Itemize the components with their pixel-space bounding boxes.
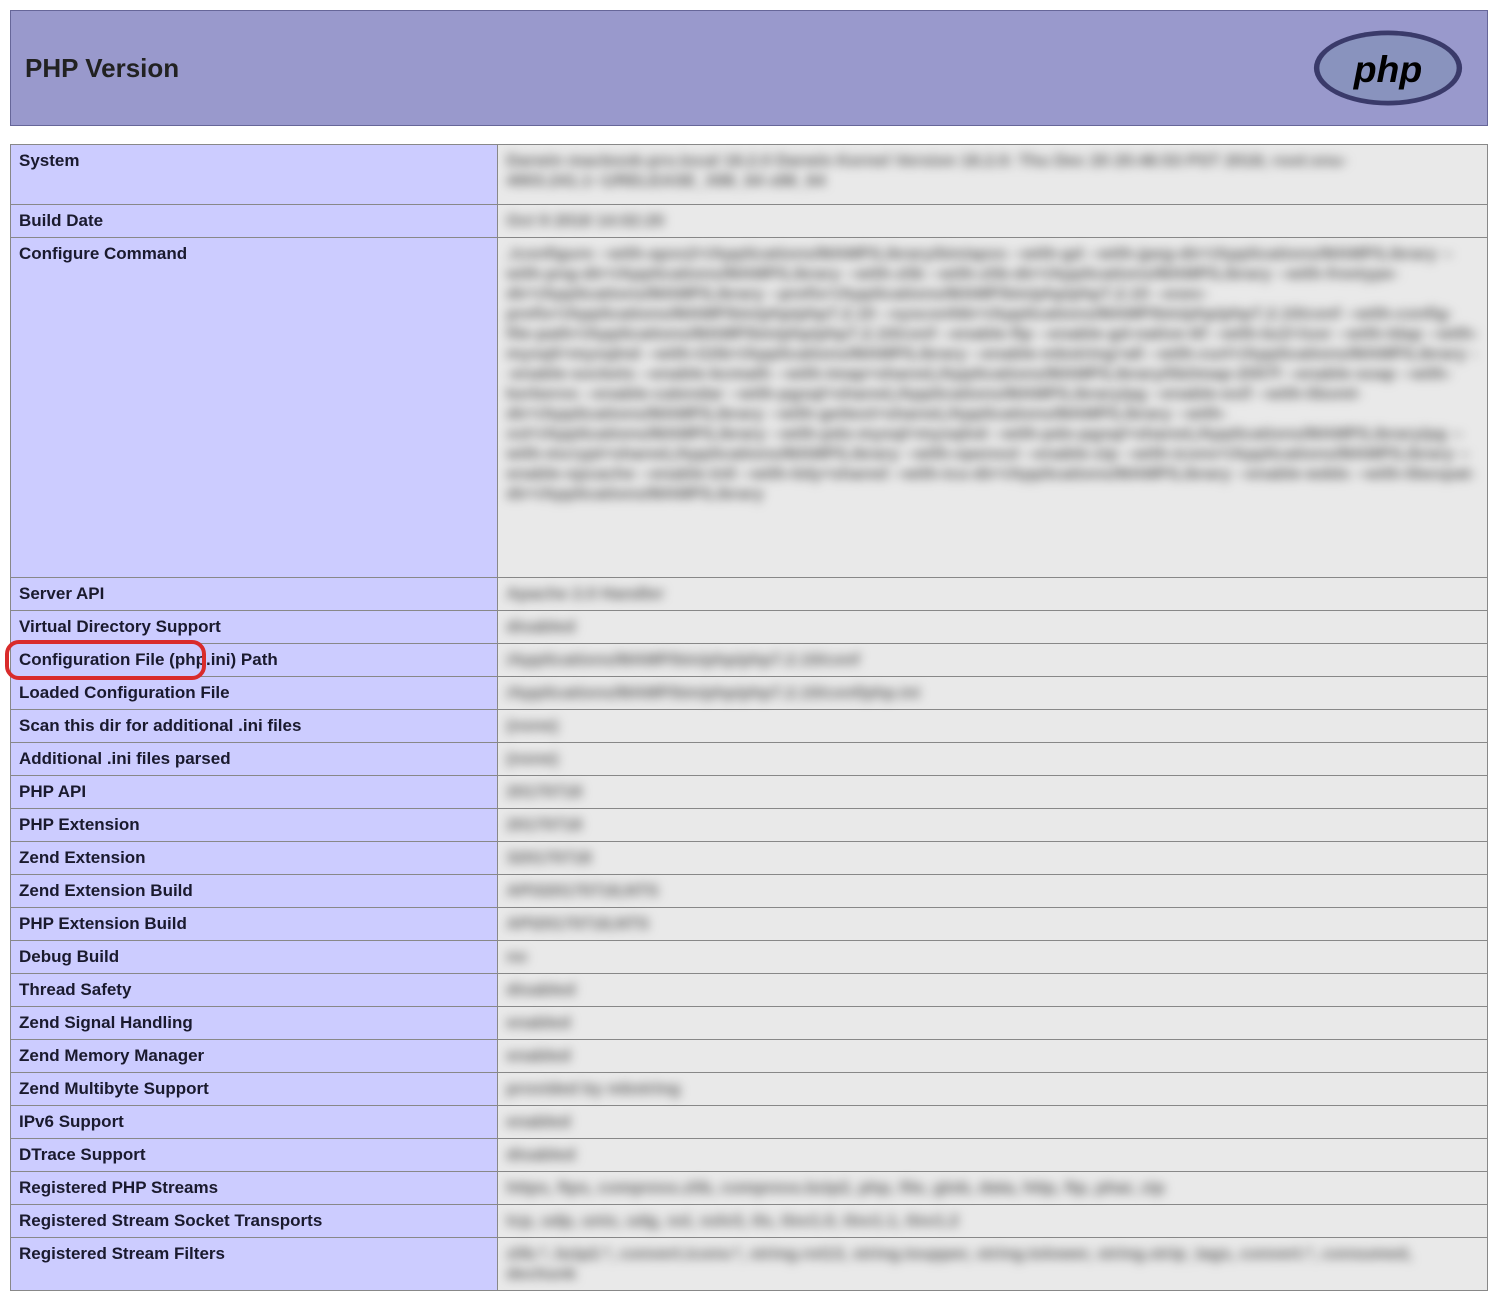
config-label: Configuration File (php.ini) Path bbox=[11, 644, 498, 677]
config-label: PHP Extension Build bbox=[11, 908, 498, 941]
config-value: disabled bbox=[498, 974, 1488, 1007]
config-label: Zend Signal Handling bbox=[11, 1007, 498, 1040]
phpinfo-table: SystemDarwin macbook-pro.local 18.2.0 Da… bbox=[10, 144, 1488, 1291]
table-row: Loaded Configuration File/Applications/M… bbox=[11, 677, 1488, 710]
table-row: Virtual Directory Supportdisabled bbox=[11, 611, 1488, 644]
table-row: Registered PHP Streamshttps, ftps, compr… bbox=[11, 1172, 1488, 1205]
table-row: Registered Stream Socket Transportstcp, … bbox=[11, 1205, 1488, 1238]
config-label: Configure Command bbox=[11, 238, 498, 578]
config-value: /Applications/MAMP/bin/php/php7.2.10/con… bbox=[498, 644, 1488, 677]
table-row: Configuration File (php.ini) Path/Applic… bbox=[11, 644, 1488, 677]
config-value: no bbox=[498, 941, 1488, 974]
config-label: PHP Extension bbox=[11, 809, 498, 842]
config-value: (none) bbox=[498, 743, 1488, 776]
table-row: SystemDarwin macbook-pro.local 18.2.0 Da… bbox=[11, 145, 1488, 205]
table-row: PHP API20170718 bbox=[11, 776, 1488, 809]
config-label: Zend Memory Manager bbox=[11, 1040, 498, 1073]
config-value: 20170718 bbox=[498, 809, 1488, 842]
table-row: Zend Multibyte Supportprovided by mbstri… bbox=[11, 1073, 1488, 1106]
table-row: Registered Stream Filterszlib.*, bzip2.*… bbox=[11, 1238, 1488, 1291]
config-label: Loaded Configuration File bbox=[11, 677, 498, 710]
page-title: PHP Version bbox=[25, 53, 179, 84]
config-value: disabled bbox=[498, 611, 1488, 644]
table-row: PHP Extension BuildAPI20170718,NTS bbox=[11, 908, 1488, 941]
config-value: 20170718 bbox=[498, 776, 1488, 809]
config-value: API320170718,NTS bbox=[498, 875, 1488, 908]
table-row: Build DateOct 9 2018 14:02:20 bbox=[11, 205, 1488, 238]
config-value: provided by mbstring bbox=[498, 1073, 1488, 1106]
header-banner: PHP Version php bbox=[10, 10, 1488, 126]
table-row: Debug Buildno bbox=[11, 941, 1488, 974]
config-label: Scan this dir for additional .ini files bbox=[11, 710, 498, 743]
config-label: Registered Stream Socket Transports bbox=[11, 1205, 498, 1238]
config-value: Darwin macbook-pro.local 18.2.0 Darwin K… bbox=[498, 145, 1488, 205]
config-value: (none) bbox=[498, 710, 1488, 743]
config-value: https, ftps, compress.zlib, compress.bzi… bbox=[498, 1172, 1488, 1205]
config-value: enabled bbox=[498, 1106, 1488, 1139]
config-label: DTrace Support bbox=[11, 1139, 498, 1172]
table-row: DTrace Supportdisabled bbox=[11, 1139, 1488, 1172]
config-label: Zend Extension bbox=[11, 842, 498, 875]
table-row: Zend Extension320170718 bbox=[11, 842, 1488, 875]
config-label: Zend Extension Build bbox=[11, 875, 498, 908]
table-row: Zend Extension BuildAPI320170718,NTS bbox=[11, 875, 1488, 908]
config-label: Debug Build bbox=[11, 941, 498, 974]
config-label: Registered Stream Filters bbox=[11, 1238, 498, 1291]
config-value: zlib.*, bzip2.*, convert.iconv.*, string… bbox=[498, 1238, 1488, 1291]
config-label: Server API bbox=[11, 578, 498, 611]
php-logo: php bbox=[1303, 29, 1473, 107]
config-value: Oct 9 2018 14:02:20 bbox=[498, 205, 1488, 238]
config-label: Thread Safety bbox=[11, 974, 498, 1007]
config-value: /Applications/MAMP/bin/php/php7.2.10/con… bbox=[498, 677, 1488, 710]
config-value: 320170718 bbox=[498, 842, 1488, 875]
svg-text:php: php bbox=[1353, 48, 1423, 90]
table-row: Server APIApache 2.0 Handler bbox=[11, 578, 1488, 611]
config-label: Virtual Directory Support bbox=[11, 611, 498, 644]
config-value: API20170718,NTS bbox=[498, 908, 1488, 941]
config-value: Apache 2.0 Handler bbox=[498, 578, 1488, 611]
table-row: Zend Memory Managerenabled bbox=[11, 1040, 1488, 1073]
config-value: enabled bbox=[498, 1007, 1488, 1040]
table-row: IPv6 Supportenabled bbox=[11, 1106, 1488, 1139]
config-value: tcp, udp, unix, udg, ssl, sslv3, tls, tl… bbox=[498, 1205, 1488, 1238]
table-row: Configure Command./configure --with-apxs… bbox=[11, 238, 1488, 578]
config-label: Zend Multibyte Support bbox=[11, 1073, 498, 1106]
table-row: Scan this dir for additional .ini files(… bbox=[11, 710, 1488, 743]
config-value: disabled bbox=[498, 1139, 1488, 1172]
config-label: Additional .ini files parsed bbox=[11, 743, 498, 776]
config-label: Registered PHP Streams bbox=[11, 1172, 498, 1205]
table-row: Thread Safetydisabled bbox=[11, 974, 1488, 1007]
config-value: enabled bbox=[498, 1040, 1488, 1073]
table-row: Zend Signal Handlingenabled bbox=[11, 1007, 1488, 1040]
config-value: ./configure --with-apxs2=/Applications/M… bbox=[498, 238, 1488, 578]
config-label: Build Date bbox=[11, 205, 498, 238]
config-label: IPv6 Support bbox=[11, 1106, 498, 1139]
config-label: System bbox=[11, 145, 498, 205]
table-row: Additional .ini files parsed(none) bbox=[11, 743, 1488, 776]
config-label: PHP API bbox=[11, 776, 498, 809]
table-row: PHP Extension20170718 bbox=[11, 809, 1488, 842]
